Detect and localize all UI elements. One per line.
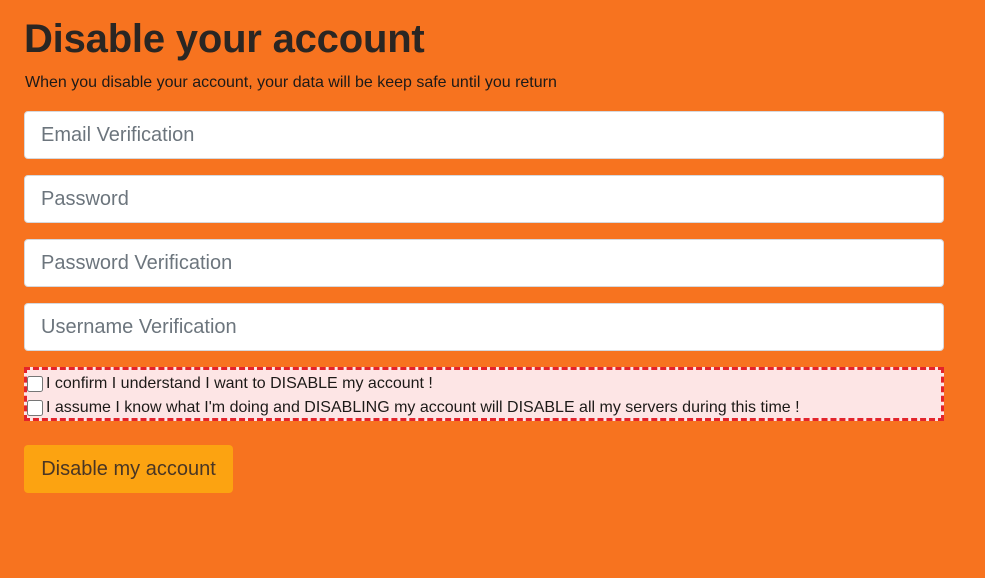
disable-account-button[interactable]: Disable my account: [24, 445, 233, 493]
confirm-servers-label: I assume I know what I'm doing and DISAB…: [46, 399, 800, 416]
confirm-servers-row[interactable]: I assume I know what I'm doing and DISAB…: [27, 396, 941, 420]
page-subtitle: When you disable your account, your data…: [25, 74, 557, 91]
disable-account-page: Disable your account When you disable yo…: [0, 0, 985, 578]
confirm-servers-checkbox[interactable]: [27, 400, 43, 416]
page-title: Disable your account: [24, 17, 425, 61]
confirm-understand-label: I confirm I understand I want to DISABLE…: [46, 375, 433, 392]
confirm-understand-row[interactable]: I confirm I understand I want to DISABLE…: [27, 372, 941, 396]
password-verification-input[interactable]: [24, 239, 944, 287]
username-verification-input[interactable]: [24, 303, 944, 351]
password-input[interactable]: [24, 175, 944, 223]
email-verification-input[interactable]: [24, 111, 944, 159]
confirmation-box: I confirm I understand I want to DISABLE…: [24, 367, 944, 421]
confirm-understand-checkbox[interactable]: [27, 376, 43, 392]
